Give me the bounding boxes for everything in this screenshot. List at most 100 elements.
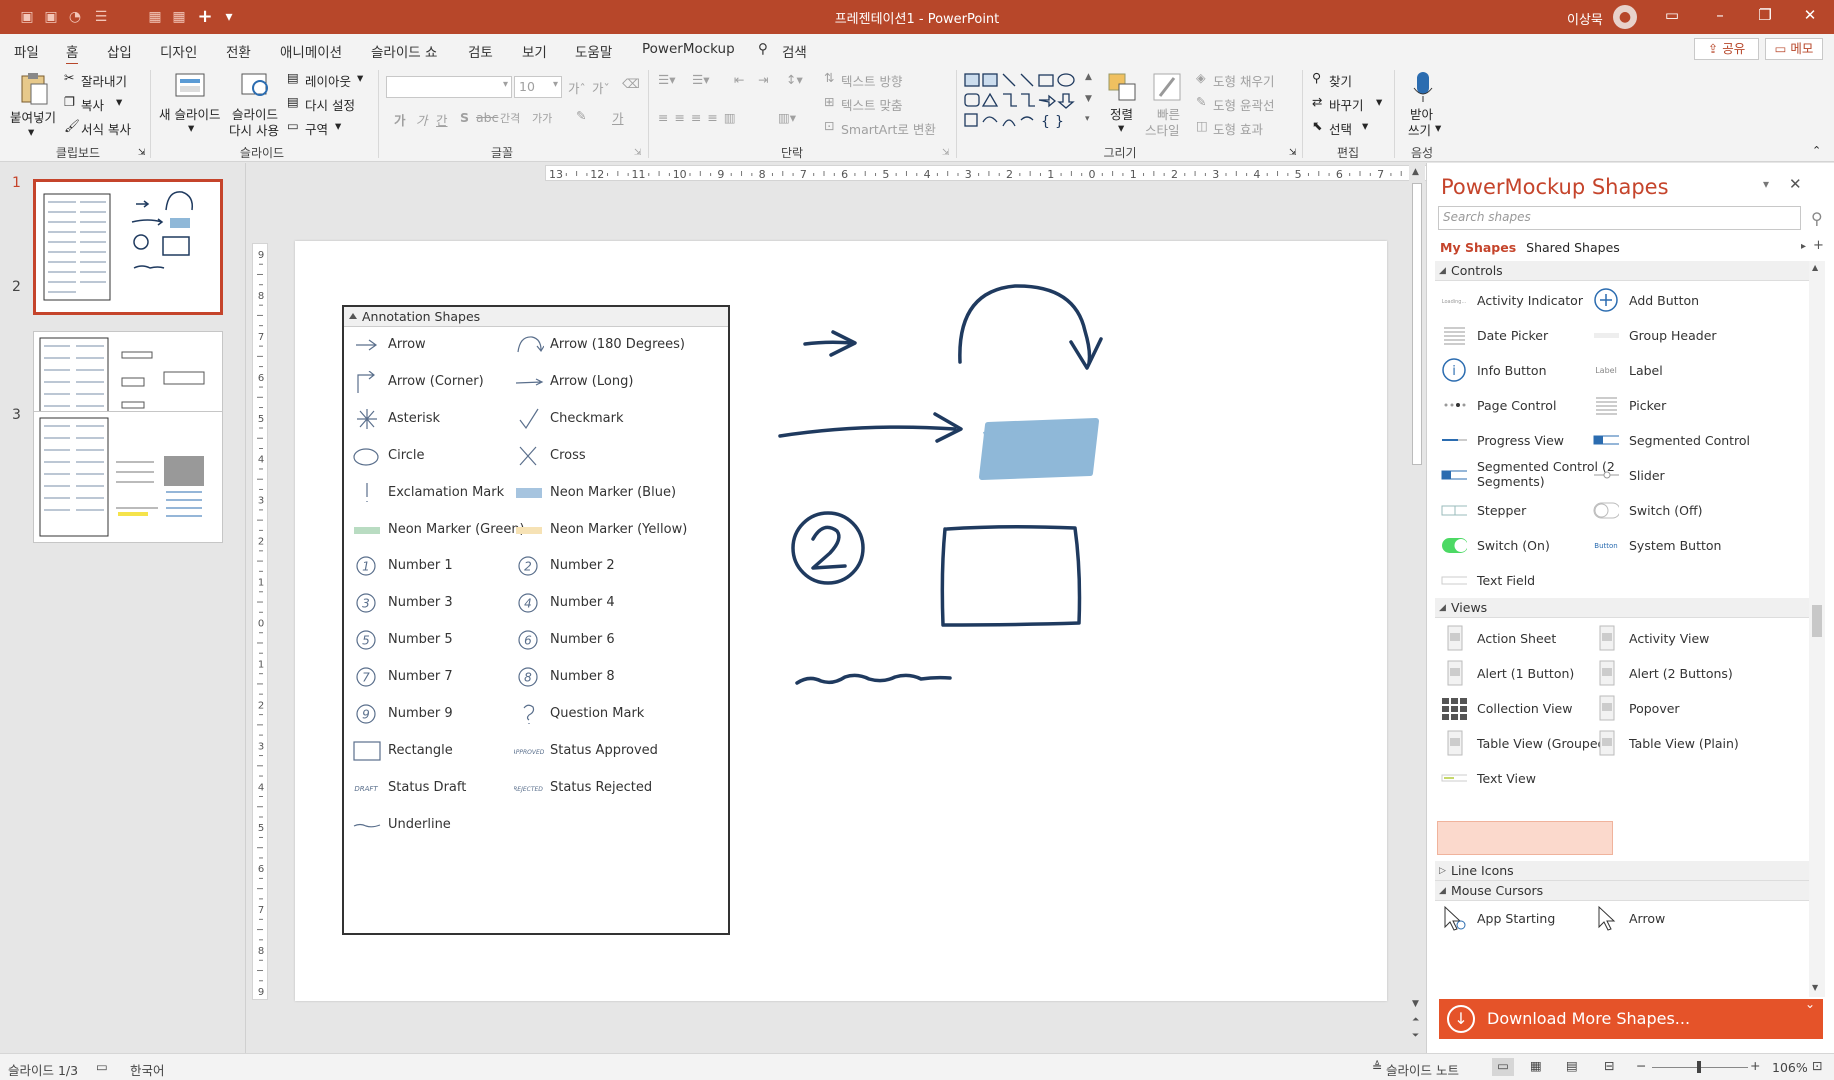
annotation-shape-item[interactable]: Underline (388, 817, 451, 832)
select-button[interactable]: 선택 (1329, 119, 1352, 138)
drawing-launcher-icon[interactable]: ⇲ (1289, 148, 1297, 158)
section-icon[interactable]: ▭ (287, 118, 299, 133)
shape-fill-icon[interactable]: ◈ (1196, 70, 1206, 85)
bold-button[interactable]: 가 (394, 110, 406, 129)
cut-icon[interactable]: ✂ (64, 70, 74, 85)
collapse-icon[interactable]: ◢ (1439, 598, 1446, 618)
shape-item[interactable]: Switch (Off) (1629, 503, 1703, 518)
ribbon-display-icon[interactable]: ▭ (1657, 6, 1687, 24)
shape-item[interactable]: Date Picker (1477, 328, 1548, 343)
reading-view-icon[interactable]: ▤ (1566, 1058, 1578, 1073)
user-name[interactable]: 이상묵 (1567, 9, 1603, 28)
tab-animations[interactable]: 애니메이션 (280, 41, 342, 61)
tab-file[interactable]: 파일 (14, 41, 39, 61)
copy-dropdown-icon[interactable]: ▾ (116, 94, 122, 109)
case-button[interactable]: 가가 (532, 110, 552, 126)
font-launcher-icon[interactable]: ⇲ (634, 148, 642, 158)
dictate-label-2[interactable]: 쓰기 (1408, 120, 1431, 139)
annotation-shape-item[interactable]: Status Rejected (550, 780, 652, 795)
shrink-font-icon[interactable]: 가ˇ (592, 78, 610, 97)
annotation-shape-item[interactable]: Rectangle (388, 743, 453, 758)
shape-outline-button[interactable]: 도형 윤곽선 (1213, 95, 1274, 114)
strike-button[interactable]: abc (476, 110, 498, 125)
annotation-shape-item[interactable]: Arrow (180 Degrees) (550, 337, 685, 352)
annotation-shape-item[interactable]: Number 7 (388, 669, 453, 684)
notes-button[interactable]: 슬라이드 노트 (1386, 1060, 1459, 1079)
copy-button[interactable]: 복사 (81, 95, 104, 114)
scroll-thumb[interactable] (1812, 605, 1822, 637)
annotation-shape-item[interactable]: Arrow (388, 337, 426, 352)
replace-button[interactable]: 바꾸기 (1329, 95, 1364, 114)
annotation-shape-item[interactable]: Number 3 (388, 595, 453, 610)
annotation-shape-item[interactable]: Arrow (Corner) (388, 374, 484, 389)
shape-item[interactable]: Text View (1477, 771, 1536, 786)
format-painter-icon[interactable]: 🖌 (64, 118, 80, 134)
annotation-shape-item[interactable]: Cross (550, 448, 586, 463)
section-button[interactable]: 구역 (305, 119, 328, 138)
collapse-icon[interactable]: ◢ (1439, 261, 1446, 281)
increase-indent-icon[interactable]: ⇥ (758, 72, 768, 87)
tabs-next-icon[interactable]: ▸ (1801, 241, 1806, 252)
neon-marker-blue-sketch[interactable] (978, 417, 1102, 481)
tab-view[interactable]: 보기 (522, 41, 547, 61)
tab-help[interactable]: 도움말 (575, 41, 612, 61)
vertical-ruler[interactable]: 9 8 7 6 5 4 3 2 1 0 1 2 3 4 5 6 7 8 9 (252, 243, 268, 1000)
layout-button[interactable]: 레이아웃 (305, 71, 351, 90)
tab-review[interactable]: 검토 (468, 41, 493, 61)
annotation-shape-item[interactable]: Circle (388, 448, 425, 463)
restore-icon[interactable]: ❐ (1750, 6, 1780, 24)
shape-item[interactable]: System Button (1629, 538, 1721, 553)
replace-dropdown-icon[interactable]: ▾ (1376, 94, 1382, 109)
slide-sorter-icon[interactable]: ▦ (1530, 1058, 1542, 1073)
replace-icon[interactable]: ⇄ (1312, 94, 1322, 109)
dictate-dropdown-icon[interactable]: ▾ (1435, 120, 1441, 135)
shape-item[interactable]: Activity Indicator (1477, 293, 1583, 308)
paste-icon[interactable] (18, 70, 50, 106)
rectangle-sketch[interactable] (940, 524, 1082, 627)
cut-button[interactable]: 잘라내기 (81, 71, 127, 90)
reset-icon[interactable]: ▤ (287, 94, 299, 109)
shape-item[interactable]: Alert (2 Buttons) (1629, 666, 1733, 681)
gallery-more-icon[interactable]: ▾ (1085, 114, 1090, 124)
editor-scrollbar[interactable]: ▲ ▼ ⏶ ⏷ (1409, 163, 1425, 1053)
align-buttons[interactable]: ≡≡≡≡▥ (658, 110, 742, 125)
reset-button[interactable]: 다시 설정 (305, 95, 355, 114)
annotation-shapes-panel[interactable]: Annotation Shapes Arrow Arrow (180 Degree… (342, 305, 730, 935)
annotation-shape-item[interactable]: Neon Marker (Yellow) (550, 522, 687, 537)
close-icon[interactable]: ✕ (1795, 6, 1825, 24)
section-views[interactable]: ◢ Views (1435, 598, 1809, 618)
shape-item[interactable]: Group Header (1629, 328, 1717, 343)
minimize-icon[interactable]: – (1705, 6, 1735, 24)
layout-icon[interactable]: ▤ (287, 70, 299, 85)
tab-powermockup[interactable]: PowerMockup (642, 41, 735, 57)
search-icon[interactable]: ⚲ (1811, 209, 1823, 228)
new-slide-dropdown-icon[interactable]: ▾ (188, 120, 194, 135)
section-controls[interactable]: ◢ Controls (1435, 261, 1809, 281)
underline-button[interactable]: 간 (436, 110, 448, 129)
scroll-up-icon[interactable]: ▲ (1412, 167, 1419, 177)
scroll-down-icon[interactable]: ▼ (1412, 999, 1419, 1009)
columns-icon[interactable]: ▥▾ (778, 110, 796, 125)
quick-styles-icon[interactable] (1152, 70, 1182, 102)
shape-outline-icon[interactable]: ✎ (1196, 94, 1206, 109)
new-slide-icon[interactable] (174, 70, 206, 100)
shape-item[interactable]: Label (1629, 363, 1663, 378)
italic-button[interactable]: 가 (416, 110, 428, 129)
font-size-dropdown-icon[interactable]: ▾ (553, 79, 558, 90)
annotation-shape-item[interactable]: Neon Marker (Green) (388, 522, 525, 537)
scroll-thumb[interactable] (1412, 183, 1422, 465)
shape-item[interactable]: Popover (1629, 701, 1680, 716)
tab-shared-shapes[interactable]: Shared Shapes (1526, 240, 1620, 255)
scroll-down-icon[interactable]: ▼ (1812, 983, 1818, 992)
annotation-shape-item[interactable]: Number 5 (388, 632, 453, 647)
microphone-icon[interactable] (1412, 70, 1434, 104)
expand-icon[interactable]: ▷ (1439, 861, 1446, 881)
select-dropdown-icon[interactable]: ▾ (1362, 118, 1368, 133)
zoom-out-icon[interactable]: − (1636, 1058, 1646, 1073)
search-icon[interactable]: ⚲ (758, 41, 768, 57)
copy-icon[interactable]: ❐ (64, 94, 75, 109)
annotation-shape-item[interactable]: Exclamation Mark (388, 485, 504, 500)
spacing-button[interactable]: 간격 (500, 110, 520, 126)
zoom-level[interactable]: 106% (1772, 1060, 1808, 1075)
annotation-shape-item[interactable]: Checkmark (550, 411, 624, 426)
